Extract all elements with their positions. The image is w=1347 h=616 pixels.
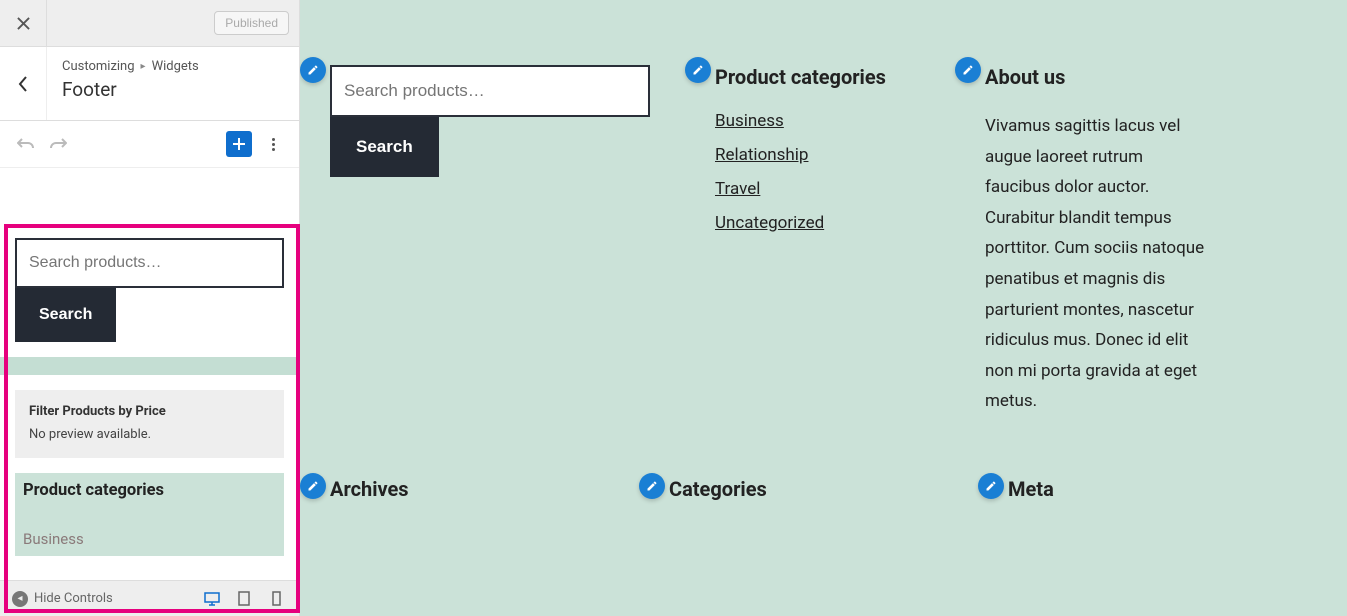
undo-button[interactable]: [15, 133, 37, 155]
sidebar-scroll[interactable]: Search Filter Products by Price No previ…: [0, 168, 299, 580]
categories-heading: Categories: [669, 477, 978, 501]
archives-heading: Archives: [330, 477, 639, 501]
footer-row-1: Search Product categories Business Relat…: [330, 65, 1317, 417]
list-item: Business: [715, 111, 955, 131]
category-link[interactable]: Travel: [715, 179, 760, 199]
device-mobile-button[interactable]: [265, 588, 287, 610]
tablet-icon: [238, 591, 250, 606]
pencil-icon: [985, 480, 997, 492]
category-link[interactable]: Uncategorized: [715, 213, 824, 233]
mobile-icon: [272, 591, 281, 606]
list-item: Uncategorized: [715, 213, 955, 233]
pencil-icon: [646, 480, 658, 492]
pencil-icon: [692, 64, 704, 76]
edit-widget-shortcut[interactable]: [300, 473, 326, 499]
category-link[interactable]: Relationship: [715, 145, 808, 165]
list-item: Relationship: [715, 145, 955, 165]
preview-search-input[interactable]: [330, 65, 650, 117]
edit-widget-shortcut[interactable]: [300, 57, 326, 83]
sidebar-topbar: Published: [0, 0, 299, 47]
edit-widget-shortcut[interactable]: [685, 57, 711, 83]
product-categories-list: Business Relationship Travel Uncategoriz…: [715, 111, 955, 233]
editor-toolbar: [0, 121, 299, 168]
list-item: Travel: [715, 179, 955, 199]
breadcrumb-title: Footer: [62, 78, 284, 101]
hide-controls-button[interactable]: ◂ Hide Controls: [12, 591, 113, 607]
kebab-icon: [272, 138, 275, 141]
pencil-icon: [307, 480, 319, 492]
filter-block-message: No preview available.: [29, 427, 270, 442]
back-button[interactable]: [0, 47, 47, 120]
categories-block-item: Business: [23, 500, 276, 548]
meta-heading: Meta: [1008, 477, 1317, 501]
desktop-icon: [204, 592, 220, 606]
sidebar-bottom-bar: ◂ Hide Controls: [0, 580, 299, 616]
close-icon: [17, 17, 30, 30]
about-us-text: Vivamus sagittis lacus vel augue laoreet…: [985, 111, 1205, 417]
sidebar-search-button[interactable]: Search: [15, 288, 116, 342]
widget-search-block[interactable]: Search: [0, 223, 299, 357]
breadcrumb-customizing: Customizing: [62, 59, 135, 74]
pencil-icon: [307, 64, 319, 76]
preview-search-button[interactable]: Search: [330, 117, 439, 177]
product-categories-heading: Product categories: [715, 65, 955, 89]
widget-categories-block[interactable]: Product categories Business: [15, 473, 284, 556]
redo-button[interactable]: [47, 133, 69, 155]
breadcrumb-bar: Customizing ▸ Widgets Footer: [0, 47, 299, 121]
chevron-left-icon: [18, 76, 28, 92]
about-us-heading: About us: [985, 65, 1317, 89]
more-options-button[interactable]: [262, 131, 284, 157]
redo-icon: [49, 137, 67, 151]
category-link[interactable]: Business: [715, 111, 784, 131]
close-customizer-button[interactable]: [0, 0, 47, 47]
widget-filter-block[interactable]: Filter Products by Price No preview avai…: [15, 390, 284, 458]
edit-widget-shortcut[interactable]: [639, 473, 665, 499]
publish-status-button[interactable]: Published: [214, 11, 289, 35]
preview-pane[interactable]: Search Product categories Business Relat…: [300, 0, 1347, 616]
edit-widget-shortcut[interactable]: [978, 473, 1004, 499]
categories-block-heading: Product categories: [23, 481, 276, 500]
edit-widget-shortcut[interactable]: [955, 57, 981, 83]
filter-block-title: Filter Products by Price: [29, 404, 270, 419]
plus-icon: [232, 137, 246, 151]
device-tablet-button[interactable]: [233, 588, 255, 610]
sidebar-search-input[interactable]: [15, 238, 284, 288]
footer-row-2: Archives Categories Meta: [330, 477, 1317, 523]
device-desktop-button[interactable]: [201, 588, 223, 610]
breadcrumb-widgets: Widgets: [152, 59, 199, 74]
add-block-button[interactable]: [226, 131, 252, 157]
undo-icon: [17, 137, 35, 151]
customizer-sidebar: Published Customizing ▸ Widgets Footer: [0, 0, 300, 616]
collapse-icon: ◂: [12, 591, 28, 607]
chevron-right-icon: ▸: [141, 61, 146, 72]
pencil-icon: [962, 64, 974, 76]
